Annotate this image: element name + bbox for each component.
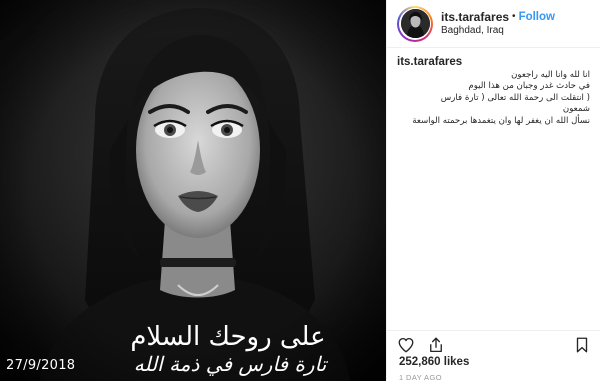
mourning-ribbon-icon [0,8,56,59]
action-bar [387,330,600,358]
comment-line: انا لله وانا اليه راجعون [511,69,590,80]
likes-count[interactable]: 252,860 likes [399,356,469,368]
avatar-portrait-icon [400,9,430,38]
follow-button[interactable]: Follow [519,10,555,24]
header-text: its.tarafares • Follow Baghdad, Iraq [441,10,555,38]
location-link[interactable]: Baghdad, Iraq [441,24,555,38]
post-photo[interactable]: على روحك السلام تارة فارس في ذمة الله 27… [0,0,386,381]
comment-line: ( انتقلت الى رحمة الله تعالى ( تارة فارس… [440,92,590,115]
comment-text: انا لله وانا اليه راجعون في حادث غدر وجب… [397,70,590,128]
avatar[interactable] [400,9,430,38]
memorial-name: تارة فارس في ذمة الله [133,352,327,376]
post-timestamp[interactable]: 1 DAY AGO [399,373,442,381]
post-header: its.tarafares • Follow Baghdad, Iraq [387,0,600,48]
story-ring[interactable] [397,5,433,42]
header-username[interactable]: its.tarafares [441,10,509,24]
heart-icon[interactable] [397,336,415,354]
comment-line: نسأل الله ان يغفر لها وان يتغمدها برحمته… [412,115,590,126]
bookmark-icon[interactable] [573,336,591,354]
photo-date: 27/9/2018 [6,358,76,373]
comment-username[interactable]: its.tarafares [397,56,462,68]
comment-line: في حادث غدر وجبان من هذا اليوم [468,81,590,91]
instagram-post: على روحك السلام تارة فارس في ذمة الله 27… [0,0,600,381]
post-side-panel: its.tarafares • Follow Baghdad, Iraq its… [386,0,600,381]
memorial-caption: على روحك السلام [130,322,326,352]
share-icon[interactable] [427,336,445,354]
caption-comment: its.tarafares انا لله وانا اليه راجعون ف… [387,48,600,127]
separator-dot: • [512,10,516,22]
